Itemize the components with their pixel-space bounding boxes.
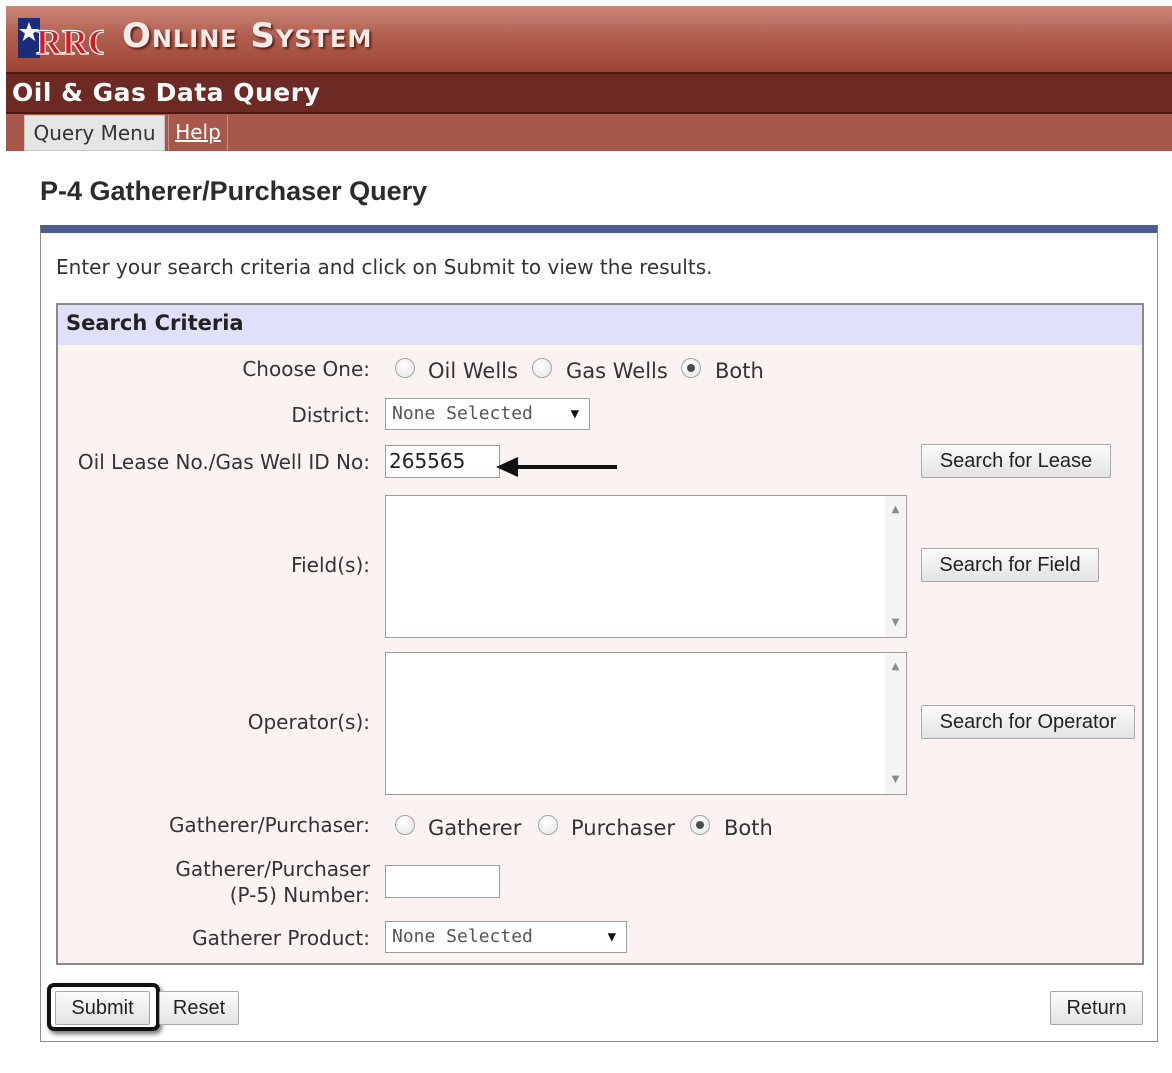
fields-scrollbar[interactable]: ▲ ▼ — [885, 496, 906, 637]
choose-one-label: Choose One: — [242, 357, 370, 381]
radio-purchaser[interactable] — [538, 815, 558, 835]
radio-gatherer-label: Gatherer — [428, 816, 522, 840]
district-label: District: — [291, 403, 370, 427]
gatherer-product-label: Gatherer Product: — [192, 926, 370, 950]
search-criteria-box: Search Criteria Choose One: Oil Wells Ga… — [56, 303, 1144, 965]
radio-both-gp[interactable] — [690, 815, 710, 835]
nav-query-menu[interactable]: Query Menu — [24, 115, 165, 151]
radio-gas-wells-label: Gas Wells — [566, 359, 668, 383]
nav-help-link[interactable]: Help — [168, 115, 228, 151]
lease-label: Oil Lease No./Gas Well ID No: — [77, 450, 370, 474]
fields-listbox[interactable]: ▲ ▼ — [385, 495, 907, 638]
search-for-field-button[interactable]: Search for Field — [921, 548, 1099, 582]
annotation-arrow-icon — [496, 457, 617, 477]
logo-text: RRC — [36, 22, 104, 60]
radio-both-wells[interactable] — [681, 358, 701, 378]
p5-number-label-line2: (P-5) Number: — [229, 883, 370, 907]
dropdown-caret-icon: ▼ — [607, 929, 616, 945]
system-title: Online System — [122, 16, 373, 56]
search-for-lease-button[interactable]: Search for Lease — [921, 444, 1111, 478]
scroll-up-icon[interactable]: ▲ — [885, 500, 906, 520]
fields-label: Field(s): — [291, 553, 370, 577]
radio-gas-wells[interactable] — [532, 358, 552, 378]
scroll-down-icon[interactable]: ▼ — [885, 770, 906, 790]
district-select-value: None Selected — [392, 403, 533, 424]
search-criteria-title: Search Criteria — [66, 311, 244, 335]
app-header: RRC Online System Oil & Gas Data Query Q… — [6, 6, 1172, 151]
page-title: P-4 Gatherer/Purchaser Query — [40, 176, 428, 206]
subtitle-bar: Oil & Gas Data Query — [6, 72, 1172, 114]
radio-purchaser-label: Purchaser — [571, 816, 675, 840]
instructions-text: Enter your search criteria and click on … — [56, 255, 713, 279]
district-select[interactable]: None Selected ▼ — [385, 398, 590, 430]
gatherer-product-select-value: None Selected — [392, 926, 533, 947]
search-for-operator-button[interactable]: Search for Operator — [921, 705, 1135, 739]
radio-oil-wells[interactable] — [395, 358, 415, 378]
p5-number-input[interactable] — [385, 865, 500, 898]
reset-button[interactable]: Reset — [159, 991, 239, 1025]
lease-id-input[interactable]: 265565 — [385, 445, 500, 478]
radio-both-gp-label: Both — [724, 816, 773, 840]
search-criteria-header: Search Criteria — [58, 305, 1142, 345]
query-panel: Enter your search criteria and click on … — [40, 225, 1158, 1042]
gatherer-product-select[interactable]: None Selected ▼ — [385, 921, 627, 953]
gatherer-purchaser-label: Gatherer/Purchaser: — [168, 813, 370, 837]
scroll-up-icon[interactable]: ▲ — [885, 657, 906, 677]
return-button[interactable]: Return — [1050, 991, 1143, 1025]
app-subtitle: Oil & Gas Data Query — [12, 78, 321, 107]
operators-label: Operator(s): — [247, 710, 370, 734]
submit-highlight-annotation — [47, 983, 160, 1031]
dropdown-caret-icon: ▼ — [570, 406, 579, 422]
nav-bar: Query Menu Help — [6, 114, 1172, 151]
rrc-logo: RRC — [18, 18, 104, 60]
operators-listbox[interactable]: ▲ ▼ — [385, 652, 907, 795]
p5-number-label-line1: Gatherer/Purchaser — [175, 857, 370, 881]
radio-both-wells-label: Both — [715, 359, 764, 383]
scroll-down-icon[interactable]: ▼ — [885, 613, 906, 633]
operators-scrollbar[interactable]: ▲ ▼ — [885, 653, 906, 794]
radio-oil-wells-label: Oil Wells — [428, 359, 518, 383]
title-bar: RRC Online System — [6, 6, 1172, 72]
radio-gatherer[interactable] — [395, 815, 415, 835]
